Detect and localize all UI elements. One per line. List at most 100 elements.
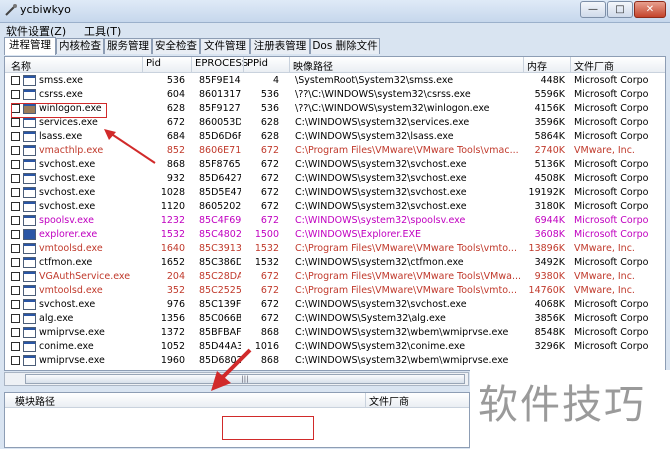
cell-ppid: 672	[260, 313, 279, 324]
module-list[interactable]: 模块路径 文件厂商	[4, 392, 470, 448]
minimize-icon: —	[588, 4, 598, 15]
cell-ppid: 672	[260, 215, 279, 226]
col-memory[interactable]: 内存	[527, 58, 547, 73]
cell-mem: 4156K	[534, 103, 565, 114]
cell-path: \??\C:\WINDOWS\system32\csrss.exe	[295, 89, 471, 100]
process-icon	[23, 89, 36, 100]
cell-pid: 1232	[160, 215, 185, 226]
row-checkbox[interactable]	[11, 328, 20, 337]
row-checkbox[interactable]	[11, 230, 20, 239]
row-checkbox[interactable]	[11, 202, 20, 211]
row-checkbox[interactable]	[11, 76, 20, 85]
row-checkbox[interactable]	[11, 244, 20, 253]
table-row[interactable]: vmtoolsd.exe 352 85C25258 672 C:\Program Fil…	[5, 284, 665, 298]
table-row[interactable]: svchost.exe 932 85D64278 672 C:\WINDOWS\syst…	[5, 172, 665, 186]
table-row[interactable]: explorer.exe 1532 85C48020 1500 C:\WINDOWS\E…	[5, 228, 665, 242]
cell-vendor: Microsoft Corpo	[574, 229, 649, 240]
cell-eprocess: 85C386D8	[199, 257, 241, 268]
row-checkbox[interactable]	[11, 160, 20, 169]
table-row[interactable]: wmiprvse.exe 1372 85BFBAF8 868 C:\WINDOWS\sy…	[5, 326, 665, 340]
cell-eprocess: 85D64278	[199, 173, 241, 184]
table-row[interactable]: ctfmon.exe 1652 85C386D8 1532 C:\WINDOWS\sys…	[5, 256, 665, 270]
table-row[interactable]: smss.exe 536 85F9E148 4 \SystemRoot\System32…	[5, 74, 665, 88]
col-ppid[interactable]: PPid	[247, 58, 268, 69]
cell-eprocess: 8606E710	[199, 145, 241, 156]
tab-dos-delete[interactable]: Dos 删除文件	[310, 38, 380, 54]
cell-eprocess: 85F87658	[199, 159, 241, 170]
cell-ppid: 672	[260, 271, 279, 282]
cell-path: C:\WINDOWS\system32\conime.exe	[295, 341, 466, 352]
col-module-vendor[interactable]: 文件厂商	[369, 393, 409, 408]
cell-mem: 6944K	[534, 215, 565, 226]
row-checkbox[interactable]	[11, 314, 20, 323]
row-checkbox[interactable]	[11, 174, 20, 183]
row-checkbox[interactable]	[11, 258, 20, 267]
table-row[interactable]: svchost.exe 1120 86052020 672 C:\WINDOWS\sys…	[5, 200, 665, 214]
highlight-box-winlogon	[11, 103, 107, 118]
minimize-button[interactable]: —	[580, 1, 606, 18]
table-row[interactable]: alg.exe 1356 85C066B0 672 C:\WINDOWS\System3…	[5, 312, 665, 326]
process-icon	[23, 243, 36, 254]
row-checkbox[interactable]	[11, 146, 20, 155]
col-name[interactable]: 名称	[11, 58, 31, 73]
cell-mem: 4508K	[534, 173, 565, 184]
maximize-button[interactable]: □	[607, 1, 633, 18]
cell-path: C:\WINDOWS\system32\lsass.exe	[295, 131, 454, 142]
row-checkbox[interactable]	[11, 272, 20, 281]
col-pid[interactable]: Pid	[146, 58, 161, 69]
process-icon	[23, 313, 36, 324]
tab-registry[interactable]: 注册表管理	[250, 38, 310, 54]
table-row[interactable]: vmtoolsd.exe 1640 85C39130 1532 C:\Program F…	[5, 242, 665, 256]
table-row[interactable]: wmiprvse.exe196085D68020868C:\WINDOWS\sy…	[5, 354, 665, 368]
row-checkbox[interactable]	[11, 188, 20, 197]
cell-name: svchost.exe	[39, 173, 96, 184]
tab-files[interactable]: 文件管理	[200, 38, 250, 54]
row-checkbox[interactable]	[11, 90, 20, 99]
tab-kernel[interactable]: 内核检查	[56, 38, 104, 54]
tab-services[interactable]: 服务管理	[104, 38, 152, 54]
cell-pid: 1652	[160, 257, 185, 268]
cell-mem: 5864K	[534, 131, 565, 142]
table-row[interactable]: conime.exe105285D44A381016C:\WINDOWS\sys…	[5, 340, 665, 354]
col-eprocess[interactable]: EPROCESS	[195, 58, 248, 69]
row-checkbox[interactable]	[11, 216, 20, 225]
process-icon	[23, 341, 36, 352]
cell-name: ctfmon.exe	[39, 257, 93, 268]
cell-mem: 9380K	[534, 271, 565, 282]
cell-eprocess: 85C48020	[199, 229, 241, 240]
cell-path: C:\WINDOWS\System32\alg.exe	[295, 313, 446, 324]
tab-bar: 进程管理 内核检查 服务管理 安全检查 文件管理 注册表管理 Dos 删除文件	[0, 37, 670, 55]
tab-process[interactable]: 进程管理	[4, 37, 56, 55]
tab-security[interactable]: 安全检查	[152, 38, 200, 54]
cell-vendor: Microsoft Corpo	[574, 201, 649, 212]
cell-vendor: Microsoft Corpo	[574, 341, 649, 352]
row-checkbox[interactable]	[11, 118, 20, 127]
row-checkbox[interactable]	[11, 356, 20, 365]
col-vendor[interactable]: 文件厂商	[574, 58, 614, 73]
table-row[interactable]: svchost.exe 976 85C139F8 672 C:\WINDOWS\syst…	[5, 298, 665, 312]
process-icon	[23, 229, 36, 240]
table-row[interactable]: svchost.exe 1028 85D5E470 672 C:\WINDOWS\sys…	[5, 186, 665, 200]
cell-name: spoolsv.exe	[39, 215, 94, 226]
cell-vendor: Microsoft Corpo	[574, 173, 649, 184]
cell-mem: 3492K	[534, 257, 565, 268]
table-row[interactable]: spoolsv.exe 1232 85C4F690 672 C:\WINDOWS\sys…	[5, 214, 665, 228]
cell-pid: 1028	[160, 187, 185, 198]
cell-ppid: 4	[272, 75, 279, 86]
menu-tools[interactable]: 工具(T)	[84, 23, 121, 39]
process-icon	[23, 117, 36, 128]
table-row[interactable]: csrss.exe 604 86013170 536 \??\C:\WINDOWS\sy…	[5, 88, 665, 102]
cell-vendor: Microsoft Corpo	[574, 299, 649, 310]
process-icon	[23, 355, 36, 366]
close-button[interactable]: ✕	[634, 1, 666, 18]
col-module-path[interactable]: 模块路径	[15, 393, 55, 408]
title-bar: ycbiwkyo — □ ✕	[0, 0, 670, 23]
row-checkbox[interactable]	[11, 342, 20, 351]
col-image-path[interactable]: 映像路径	[293, 58, 333, 73]
row-checkbox[interactable]	[11, 132, 20, 141]
table-row[interactable]: VGAuthService.exe 204 85C28DA0 672 C:\Progra…	[5, 270, 665, 284]
process-list[interactable]: 名称 Pid EPROCESS PPid 映像路径 内存 文件厂商 smss.e…	[4, 56, 666, 371]
row-checkbox[interactable]	[11, 286, 20, 295]
cell-mem: 3596K	[534, 117, 565, 128]
row-checkbox[interactable]	[11, 300, 20, 309]
